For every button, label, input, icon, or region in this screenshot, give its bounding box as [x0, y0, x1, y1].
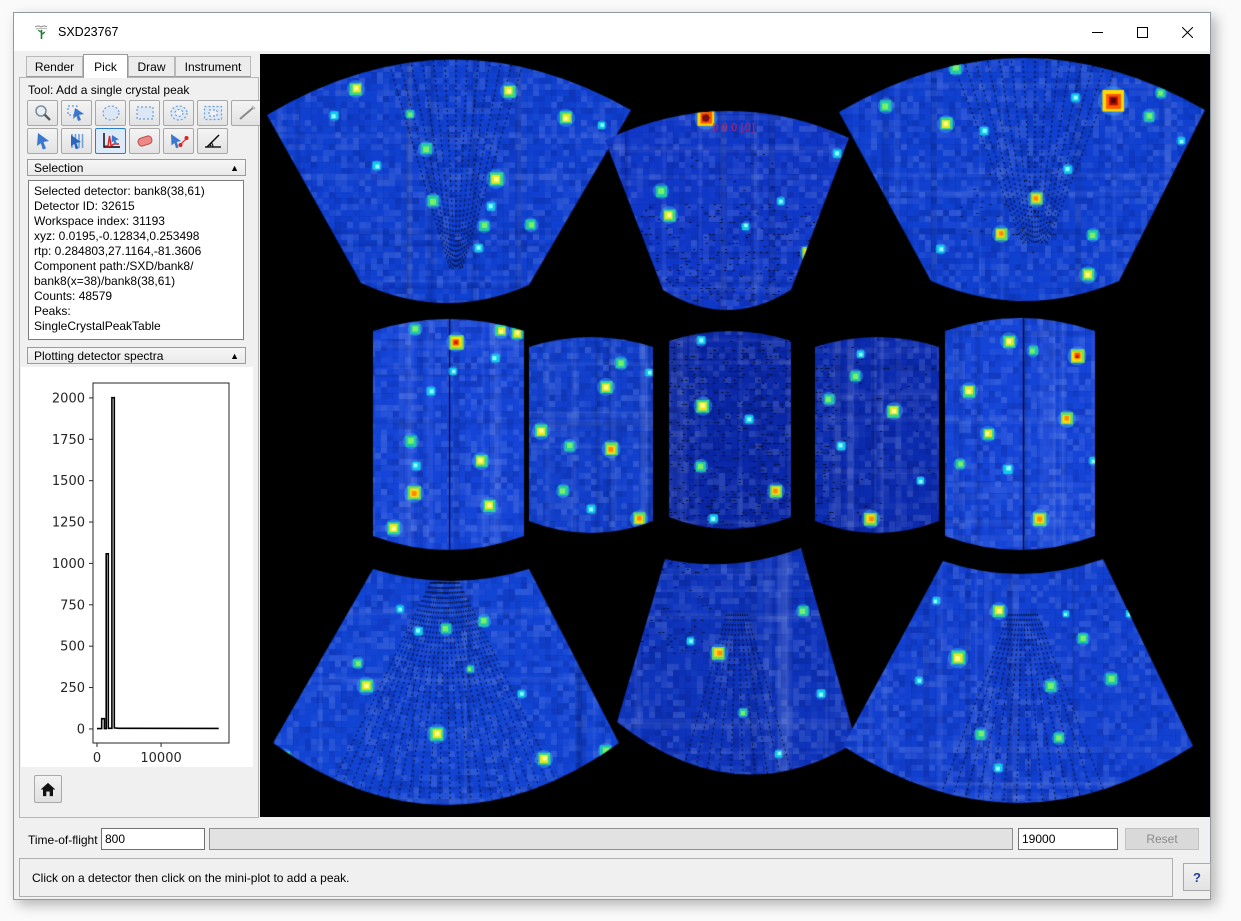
tab-render[interactable]: Render — [26, 56, 83, 77]
tool-align-peaks-button[interactable] — [197, 128, 228, 154]
zoom-icon — [32, 104, 54, 122]
tool-label: Tool: Add a single crystal peak — [28, 83, 189, 97]
svg-text:0: 0 — [93, 751, 101, 766]
minimize-button[interactable] — [1075, 13, 1120, 51]
align-peaks-icon — [202, 132, 224, 150]
tof-reset-button[interactable]: Reset — [1125, 828, 1199, 850]
selection-info-line: bank8(x=38)/bank8(38,61) — [34, 274, 243, 289]
maximize-button[interactable] — [1120, 13, 1165, 51]
tool-compare-peaks-button[interactable] — [163, 128, 194, 154]
selection-info-line: Workspace index: 31193 — [34, 214, 243, 229]
svg-text:1000: 1000 — [52, 557, 85, 572]
erase-peak-icon — [134, 132, 156, 150]
svg-text:500: 500 — [60, 640, 85, 655]
tof-max-input[interactable] — [1018, 828, 1118, 850]
selection-info-line: Peaks: — [34, 304, 243, 319]
compare-peaks-icon — [168, 132, 190, 150]
tab-pick[interactable]: Pick — [83, 54, 128, 78]
svg-text:250: 250 — [60, 681, 85, 696]
tool-select-tube-button[interactable] — [61, 128, 92, 154]
instrument-canvas[interactable] — [260, 54, 1210, 817]
tab-instrument[interactable]: Instrument — [175, 56, 251, 77]
status-message: Click on a detector then click on the mi… — [32, 871, 350, 885]
title-bar[interactable]: SXD23767 — [14, 13, 1210, 51]
mini-plot[interactable]: 025050075010001250150017502000010000TOF — [21, 367, 253, 767]
tool-erase-peak-button[interactable] — [129, 128, 160, 154]
instrument-view-window: SXD23767 Render Pick Draw Instrument Too… — [13, 12, 1211, 900]
tof-slider-track[interactable] — [209, 828, 1013, 850]
navigate-pointer-icon — [32, 132, 54, 150]
tab-draw[interactable]: Draw — [128, 56, 175, 77]
tool-edit-shape-button[interactable] — [61, 100, 92, 126]
tof-label: Time-of-flight — [28, 833, 98, 847]
mantid-logo-icon — [33, 24, 50, 41]
tool-draw-free-line-button[interactable] — [231, 100, 262, 126]
selection-info-line: xyz: 0.0195,-0.12834,0.253498 — [34, 229, 243, 244]
plot-home-button[interactable] — [34, 775, 62, 803]
status-bar: Click on a detector then click on the mi… — [19, 858, 1173, 897]
draw-ellipse-icon — [100, 104, 122, 122]
tool-add-peak-button[interactable] — [95, 128, 126, 154]
selection-info-line: Detector ID: 32615 — [34, 199, 243, 214]
help-button[interactable]: ? — [1183, 863, 1211, 891]
tool-zoom-button[interactable] — [27, 100, 58, 126]
draw-free-line-icon — [236, 104, 258, 122]
draw-rectangle-icon — [134, 104, 156, 122]
svg-text:750: 750 — [60, 598, 85, 613]
selection-info-line: rtp: 0.284803,27.1164,-81.3606 — [34, 244, 243, 259]
desktop: SXD23767 Render Pick Draw Instrument Too… — [0, 0, 1241, 921]
tool-draw-ellipse-button[interactable] — [95, 100, 126, 126]
window-title: SXD23767 — [58, 25, 118, 39]
home-icon — [40, 782, 56, 797]
add-peak-icon — [100, 132, 122, 150]
selection-info-line: Selected detector: bank8(38,61) — [34, 184, 243, 199]
selection-info-line: Component path:/SXD/bank8/ — [34, 259, 243, 274]
svg-text:1750: 1750 — [52, 433, 85, 448]
collapse-triangle-icon[interactable]: ▲ — [230, 163, 239, 173]
draw-ellipse-ring-icon — [168, 104, 190, 122]
selection-info-box: Selected detector: bank8(38,61) Detector… — [28, 180, 244, 340]
edit-shape-icon — [66, 104, 88, 122]
close-button[interactable] — [1165, 13, 1210, 51]
svg-text:10000: 10000 — [140, 751, 181, 766]
tool-navigate-button[interactable] — [27, 128, 58, 154]
mini-plot-figure[interactable]: 025050075010001250150017502000010000TOF — [21, 367, 253, 767]
collapse-triangle-icon[interactable]: ▲ — [230, 351, 239, 361]
tool-draw-rectangle-ring-button[interactable] — [197, 100, 228, 126]
svg-text:1250: 1250 — [52, 516, 85, 531]
selection-info-line: Counts: 48579 — [34, 289, 243, 304]
select-tube-icon — [66, 132, 88, 150]
selection-info-line: SingleCrystalPeakTable — [34, 319, 243, 334]
draw-rectangle-ring-icon — [202, 104, 224, 122]
selection-panel-header[interactable]: Selection ▲ — [27, 159, 246, 176]
svg-text:2000: 2000 — [52, 391, 85, 406]
plot-panel-header[interactable]: Plotting detector spectra ▲ — [27, 347, 246, 364]
tool-draw-ellipse-ring-button[interactable] — [163, 100, 194, 126]
tof-min-input[interactable] — [101, 828, 205, 850]
svg-text:1500: 1500 — [52, 474, 85, 489]
svg-text:0: 0 — [77, 722, 85, 737]
tool-draw-rectangle-button[interactable] — [129, 100, 160, 126]
